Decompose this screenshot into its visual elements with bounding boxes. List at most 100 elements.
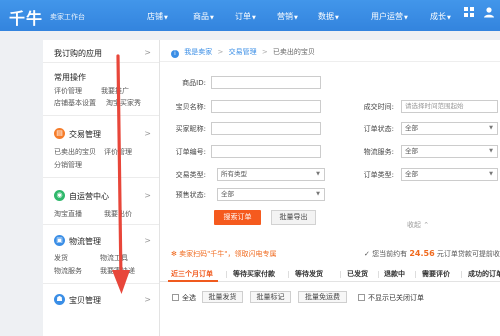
nav-marketing[interactable]: 营销▼	[277, 11, 298, 22]
deal-time-input[interactable]: 请选择时间范围起始	[401, 100, 498, 113]
link-live-stream[interactable]: 淘宝直播	[54, 209, 82, 219]
section-self-ops-center[interactable]: 自运营中心	[69, 191, 109, 202]
breadcrumb-seller[interactable]: 我是卖家	[184, 48, 212, 56]
link-promote[interactable]: 我要推广	[101, 86, 129, 96]
grid-icon[interactable]	[462, 6, 476, 20]
divider	[43, 177, 159, 178]
batch-mark-button[interactable]: 批量标记	[250, 291, 291, 303]
nav-user-ops[interactable]: 用户运营▼	[371, 11, 408, 22]
tab-need-review[interactable]: 需要评价	[422, 269, 450, 279]
breadcrumb-trade-management[interactable]: 交易管理	[229, 48, 257, 56]
sidebar: 我订购的应用 > 常用操作 评价管理 我要推广 店铺基本设置 淘宝买家秀 ▤ 交…	[43, 40, 160, 336]
tab-separator	[461, 271, 462, 278]
link-review-manage[interactable]: 评价管理	[54, 86, 82, 96]
buyer-nick-label: 买家昵称:	[175, 125, 206, 133]
chevron-down-icon: ▼	[210, 15, 214, 21]
logistics-service-select[interactable]: 全部 ▼	[401, 145, 498, 158]
chevron-down-icon: ▼	[316, 171, 320, 177]
chevron-down-icon: ▼	[294, 15, 298, 21]
trade-type-label: 交易类型:	[175, 171, 206, 179]
nav-data[interactable]: 数据▼	[318, 11, 339, 22]
trade-type-select[interactable]: 所有类型 ▼	[217, 168, 325, 181]
goods-name-input[interactable]	[211, 100, 321, 113]
notice-bar: ✻ 卖家扫码"千牛"，领取闪电专属 ✓ 您当前约有 24.56 元订单贷款可提前…	[160, 247, 500, 261]
buyer-nick-input[interactable]	[211, 122, 321, 135]
section-goods-management[interactable]: 宝贝管理	[69, 295, 101, 306]
tab-awaiting-payment[interactable]: 等待买家付款	[233, 269, 275, 279]
order-no-input[interactable]	[211, 145, 321, 158]
tab-shipped[interactable]: 已发货	[347, 269, 368, 279]
tab-separator	[288, 271, 289, 278]
chevron-right-icon[interactable]: >	[144, 129, 151, 138]
app-logo[interactable]: 千牛	[9, 5, 43, 29]
scan-notice[interactable]: ✻ 卖家扫码"千牛"，领取闪电专属	[171, 249, 277, 259]
tab-refunding[interactable]: 退款中	[384, 269, 405, 279]
order-status-select[interactable]: 全部 ▼	[401, 122, 498, 135]
goods-name-label: 宝贝名称:	[175, 103, 206, 111]
nav-growth[interactable]: 成长▼	[430, 11, 451, 22]
chevron-right-icon[interactable]: >	[144, 295, 151, 304]
loan-notice: ✓ 您当前约有 24.56 元订单贷款可提前收回	[364, 249, 500, 258]
link-store-settings[interactable]: 店铺基本设置	[54, 98, 96, 108]
chevron-right-icon[interactable]: >	[144, 191, 151, 200]
chevron-down-icon: ▼	[316, 191, 320, 197]
chevron-down-icon: ▼	[489, 148, 493, 154]
collapse-toggle[interactable]: 收起 ⌃	[407, 220, 429, 230]
my-apps-heading[interactable]: 我订购的应用	[54, 48, 102, 59]
order-type-select[interactable]: 全部 ▼	[401, 168, 498, 181]
active-tab-indicator	[168, 280, 218, 282]
link-send-express[interactable]: 我要寄快递	[100, 266, 135, 276]
link-logistics-tools[interactable]: 物流工具	[100, 253, 128, 263]
chevron-down-icon: ▼	[447, 15, 451, 21]
goods-icon: ☗	[54, 294, 65, 305]
breadcrumb: i 我是卖家 > 交易管理 > 已卖出的宝贝	[171, 47, 315, 58]
batch-ship-button[interactable]: 批量发货	[202, 291, 243, 303]
loan-amount: 24.56	[409, 249, 435, 258]
nav-goods[interactable]: 商品▼	[193, 11, 214, 22]
self-ops-icon: ◉	[54, 190, 65, 201]
deal-time-label: 成交时间:	[363, 103, 394, 111]
tab-separator	[226, 271, 227, 278]
section-logistics[interactable]: 物流管理	[69, 236, 101, 247]
link-review-manage-2[interactable]: 评价管理	[104, 147, 132, 157]
tab-awaiting-shipment[interactable]: 等待发货	[295, 269, 323, 279]
presale-status-label: 预售状态:	[175, 191, 206, 199]
divider	[43, 224, 159, 225]
link-distribution[interactable]: 分销管理	[54, 160, 82, 170]
tab-separator	[340, 271, 341, 278]
select-all-checkbox[interactable]	[172, 294, 179, 301]
app-subtitle: 卖家工作台	[50, 13, 85, 21]
tab-recent-3-months[interactable]: 近三个月订单	[171, 269, 213, 279]
user-icon[interactable]	[482, 6, 496, 20]
chevron-down-icon: ▼	[404, 15, 408, 21]
link-ship[interactable]: 发货	[54, 253, 68, 263]
section-trade-management[interactable]: 交易管理	[69, 129, 101, 140]
order-type-label: 订单类型:	[363, 171, 394, 179]
chevron-down-icon: ▼	[489, 171, 493, 177]
chevron-right-icon[interactable]: >	[144, 48, 151, 57]
link-bid[interactable]: 我要出价	[104, 209, 132, 219]
search-orders-button[interactable]: 搜索订单	[214, 210, 261, 225]
chevron-right-icon[interactable]: >	[144, 236, 151, 245]
breadcrumb-separator: >	[261, 48, 268, 56]
tab-successful[interactable]: 成功的订单	[468, 269, 500, 279]
goods-id-input[interactable]	[211, 76, 321, 89]
batch-export-button[interactable]: 批量导出	[271, 210, 316, 225]
goods-id-label: 商品ID:	[182, 79, 206, 87]
breadcrumb-separator: >	[217, 48, 224, 56]
batch-free-shipping-button[interactable]: 批量免运费	[298, 291, 347, 303]
order-tabs: 近三个月订单 等待买家付款 等待发货 已发货 退款中 需要评价 成功的订单	[160, 265, 500, 282]
hide-closed-checkbox[interactable]	[358, 294, 365, 301]
link-logistics-service[interactable]: 物流服务	[54, 266, 82, 276]
link-buyer-show[interactable]: 淘宝买家秀	[106, 98, 141, 108]
info-icon: i	[171, 50, 179, 58]
breadcrumb-current: 已卖出的宝贝	[272, 48, 315, 56]
nav-orders[interactable]: 订单▼	[235, 11, 256, 22]
tab-separator	[378, 271, 379, 278]
link-sold-items[interactable]: 已卖出的宝贝	[54, 147, 96, 157]
nav-store[interactable]: 店铺▼	[147, 11, 168, 22]
presale-status-select[interactable]: 全部 ▼	[217, 188, 325, 201]
chevron-down-icon: ▼	[489, 125, 493, 131]
order-status-label: 订单状态:	[363, 125, 394, 133]
chevron-down-icon: ▼	[335, 15, 339, 21]
